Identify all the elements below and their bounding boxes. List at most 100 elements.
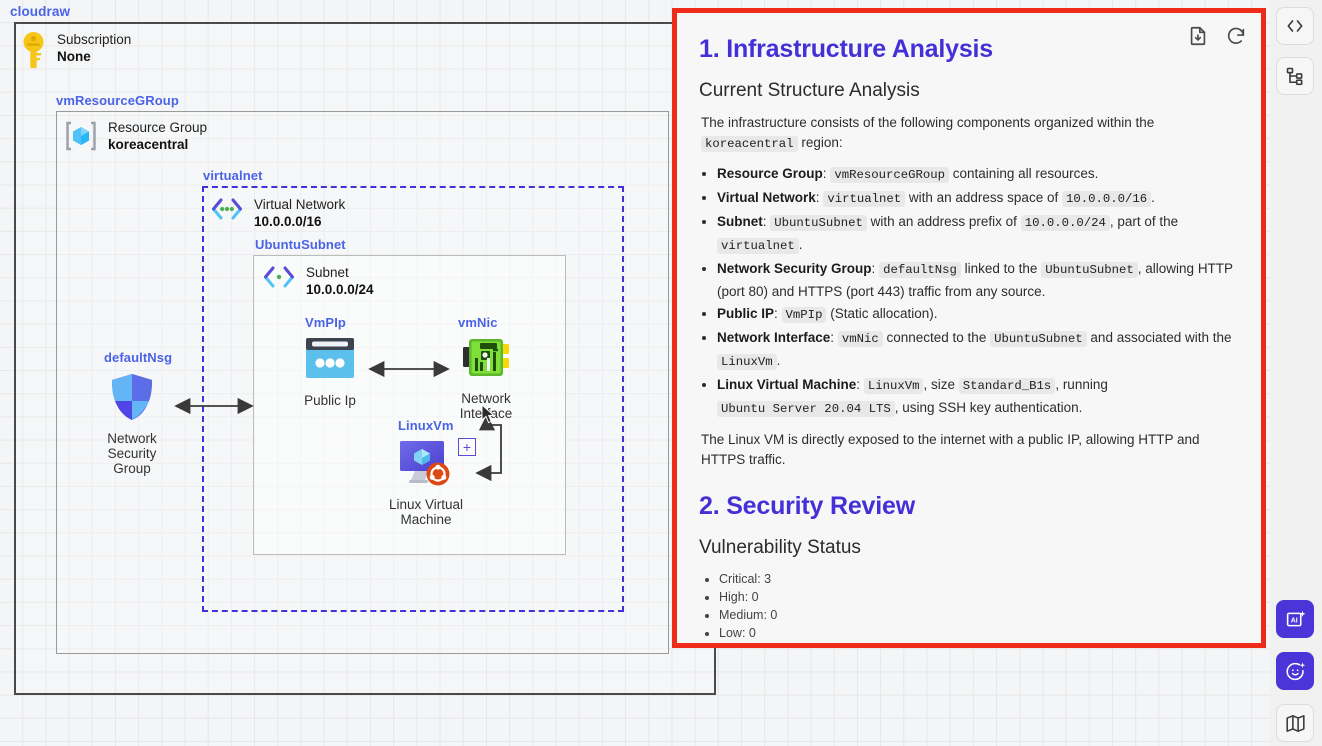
subnet-title: Subnet [306, 265, 349, 280]
item-sep: : [815, 190, 820, 205]
status-label: Critical [719, 572, 758, 586]
map-button[interactable] [1276, 704, 1314, 742]
nic-label: vmNic [458, 315, 498, 330]
node-subnet[interactable]: Subnet 10.0.0.0/24 [262, 264, 374, 298]
virtual-network-value: 10.0.0.0/16 [254, 214, 322, 229]
add-node-badge[interactable]: + [458, 438, 476, 456]
vm-label: LinuxVm [398, 418, 454, 433]
node-linux-vm[interactable]: Linux Virtual Machine [382, 438, 470, 527]
list-item: Public IP: VmPIp (Static allocation). [717, 303, 1237, 326]
vm-caption-line-2: Machine [400, 512, 452, 527]
list-item: High: 0 [719, 588, 1237, 606]
virtual-network-label: virtualnet [203, 168, 263, 183]
item-code-1: defaultNsg [879, 262, 961, 278]
code-icon [1287, 20, 1303, 32]
list-item: Critical: 3 [719, 570, 1237, 588]
status-label: Medium [719, 608, 764, 622]
node-network-interface[interactable]: Network Interface [444, 336, 528, 421]
nic-caption-line-1: Network [461, 391, 511, 406]
export-document-icon[interactable] [1187, 25, 1209, 47]
item-mid: with an address space of [908, 190, 1059, 205]
item-sep: : [774, 306, 778, 321]
item-mid: with an address prefix of [870, 214, 1017, 229]
node-virtual-network[interactable]: Virtual Network 10.0.0.0/16 [210, 196, 345, 230]
item-code-1: virtualnet [823, 191, 906, 207]
item-label: Virtual Network [717, 190, 816, 205]
analysis-panel-content: 1. Infrastructure Analysis Current Struc… [677, 13, 1261, 643]
map-icon [1285, 714, 1305, 732]
section-1-heading: 1. Infrastructure Analysis [699, 35, 993, 63]
public-ip-icon [304, 336, 356, 385]
item-tail: . [1151, 190, 1155, 205]
subnet-label: UbuntuSubnet [255, 237, 346, 252]
item-mid: , size [923, 377, 955, 392]
subscription-title: Subscription [57, 32, 132, 47]
item-label: Linux Virtual Machine [717, 377, 857, 392]
node-resource-group[interactable]: Resource Group koreacentral [64, 119, 207, 158]
subnet-icon [262, 264, 296, 295]
status-value: 0 [751, 590, 759, 604]
item-code-2: UbuntuSubnet [990, 331, 1087, 347]
vm-caption-line-1: Linux Virtual [388, 497, 464, 512]
list-item: Linux Virtual Machine: LinuxVm, size Sta… [717, 374, 1237, 420]
item-sep: : [830, 330, 835, 345]
network-interface-icon [460, 336, 512, 385]
app-root: cloudraw Subscription None vmResourceGRo… [0, 0, 1322, 746]
structure-intro-before: The infrastructure consists of the follo… [701, 115, 1155, 130]
public-ip-caption: Public Ip [304, 393, 356, 408]
structure-outro: The Linux VM is directly exposed to the … [701, 432, 1200, 467]
node-public-ip[interactable]: Public Ip [288, 336, 372, 408]
item-sep: : [822, 166, 827, 181]
current-structure-heading: Current Structure Analysis [699, 80, 920, 101]
item-label: Subnet [717, 214, 763, 229]
app-title: cloudraw [10, 4, 71, 19]
item-code-2: 10.0.0.0/16 [1061, 191, 1152, 207]
hierarchy-icon [1286, 67, 1303, 86]
nsg-caption-line-1: Network [107, 431, 157, 446]
list-item: Low: 0 [719, 624, 1237, 642]
ai-assistant-button[interactable] [1276, 652, 1314, 690]
list-item: Medium: 0 [719, 606, 1237, 624]
item-tail: , using SSH key authentication. [894, 400, 1083, 415]
item-mid-2: , running [1055, 377, 1108, 392]
section-2-heading: 2. Security Review [699, 492, 915, 520]
status-label: High [719, 590, 745, 604]
code-view-button[interactable] [1276, 7, 1314, 45]
svg-text:AI: AI [1290, 617, 1297, 624]
resource-group-title: Resource Group [108, 120, 208, 135]
item-tail: (Static allocation). [830, 306, 938, 321]
item-code-1: VmPIp [781, 307, 827, 323]
item-mid: linked to the [964, 261, 1038, 276]
node-subscription[interactable]: Subscription None [20, 31, 131, 74]
shield-icon [108, 372, 156, 427]
analysis-panel[interactable]: 1. Infrastructure Analysis Current Struc… [672, 8, 1266, 648]
item-code-1: vmResourceGRoup [830, 167, 950, 183]
structure-intro: The infrastructure consists of the follo… [701, 113, 1237, 154]
item-code-1: LinuxVm [863, 378, 924, 394]
item-code-3: virtualnet [717, 238, 799, 254]
item-label: Network Security Group [717, 261, 872, 276]
public-ip-label: VmPIp [305, 315, 346, 330]
resource-group-value: koreacentral [108, 137, 189, 152]
list-item: Virtual Network: virtualnet with an addr… [717, 187, 1237, 210]
node-network-security-group[interactable]: Network Security Group [97, 372, 167, 476]
list-item: Subnet: UbuntuSubnet with an address pre… [717, 211, 1237, 257]
item-label: Network Interface [717, 330, 831, 345]
item-label: Resource Group [717, 166, 823, 181]
status-value: 3 [764, 572, 772, 586]
item-code-2: 10.0.0.0/24 [1020, 215, 1110, 231]
refresh-icon[interactable] [1225, 25, 1247, 47]
item-mid-2: , part of the [1109, 214, 1179, 229]
panel-action-buttons [1187, 25, 1247, 47]
item-mid-2: and associated with the [1090, 330, 1232, 345]
list-item: Network Interface: vmNic connected to th… [717, 327, 1237, 373]
tree-view-button[interactable] [1276, 57, 1314, 95]
structure-intro-region: koreacentral [701, 136, 798, 152]
list-item: Resource Group: vmResourceGRoup containi… [717, 163, 1237, 186]
item-code-2: UbuntuSubnet [1041, 262, 1138, 278]
vulnerability-status-heading: Vulnerability Status [699, 537, 861, 558]
virtual-network-title: Virtual Network [254, 197, 346, 212]
vulnerability-status-list: Critical: 3 High: 0 Medium: 0 Low: 0 [719, 570, 1237, 642]
item-sep: : [762, 214, 767, 229]
ai-generate-button[interactable]: AI [1276, 600, 1314, 638]
